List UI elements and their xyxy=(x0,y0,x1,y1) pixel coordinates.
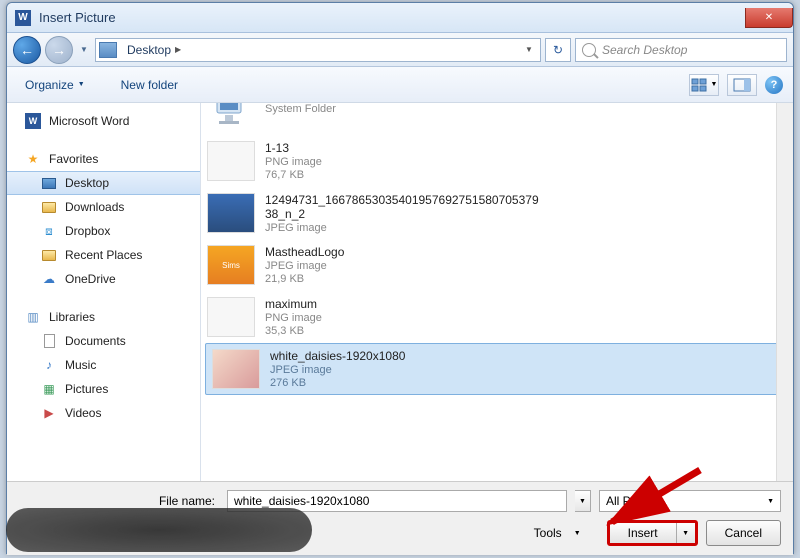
folder-icon xyxy=(42,250,56,261)
libraries-icon: ▥ xyxy=(25,309,41,325)
music-icon: ♪ xyxy=(41,357,57,373)
file-thumbnail: Sims xyxy=(207,245,255,285)
cancel-button[interactable]: Cancel xyxy=(706,520,781,546)
file-item[interactable]: 12494731_1667865303540195769275158070537… xyxy=(201,187,793,239)
file-thumbnail xyxy=(207,297,255,337)
file-thumbnail xyxy=(212,349,260,389)
chevron-down-icon: ▼ xyxy=(78,81,85,88)
search-placeholder: Search Desktop xyxy=(602,43,687,57)
forward-button[interactable]: → xyxy=(45,36,73,64)
close-button[interactable]: ✕ xyxy=(745,8,793,28)
address-bar[interactable]: Desktop ▶ ▼ xyxy=(95,38,541,62)
preview-pane-button[interactable] xyxy=(727,74,757,96)
chevron-down-icon: ▼ xyxy=(767,498,774,505)
address-text: Desktop xyxy=(127,43,171,57)
file-thumbnail xyxy=(207,193,255,233)
search-input[interactable]: Search Desktop xyxy=(575,38,787,62)
new-folder-button[interactable]: New folder xyxy=(113,74,186,96)
sidebar-libraries-header[interactable]: ▥ Libraries xyxy=(7,305,200,329)
sidebar-item-documents[interactable]: Documents xyxy=(7,329,200,353)
navigation-pane: W Microsoft Word ★ Favorites Desktop Dow… xyxy=(7,103,201,481)
titlebar[interactable]: W Insert Picture ✕ xyxy=(7,3,793,33)
file-item-selected[interactable]: white_daisies-1920x1080 JPEG image 276 K… xyxy=(205,343,789,395)
chevron-down-icon[interactable]: ▼ xyxy=(574,530,581,537)
nav-history-dropdown[interactable]: ▼ xyxy=(77,40,91,60)
chevron-right-icon: ▶ xyxy=(175,45,181,54)
search-icon xyxy=(582,43,596,57)
file-item[interactable]: 1-13 PNG image 76,7 KB xyxy=(201,135,793,187)
folder-icon xyxy=(42,202,56,213)
toolbar: Organize ▼ New folder ▼ ? xyxy=(7,67,793,103)
refresh-button[interactable]: ↻ xyxy=(545,38,571,62)
pictures-icon: ▦ xyxy=(41,381,57,397)
sidebar-item-onedrive[interactable]: ☁ OneDrive xyxy=(7,267,200,291)
nav-bar: ← → ▼ Desktop ▶ ▼ ↻ Search Desktop xyxy=(7,33,793,67)
sidebar-item-music[interactable]: ♪ Music xyxy=(7,353,200,377)
videos-icon: ▶ xyxy=(41,405,57,421)
sidebar-item-downloads[interactable]: Downloads xyxy=(7,195,200,219)
file-item[interactable]: maximum PNG image 35,3 KB xyxy=(201,291,793,343)
sidebar-favorites-header[interactable]: ★ Favorites xyxy=(7,147,200,171)
word-app-icon: W xyxy=(15,10,31,26)
organize-button[interactable]: Organize ▼ xyxy=(17,74,93,96)
cloud-icon: ☁ xyxy=(41,271,57,287)
preview-pane-icon xyxy=(733,78,751,92)
insert-picture-dialog: W Insert Picture ✕ ← → ▼ Desktop ▶ ▼ ↻ S… xyxy=(6,2,794,554)
window-title: Insert Picture xyxy=(39,10,116,25)
address-segment[interactable]: Desktop ▶ xyxy=(123,43,185,57)
desktop-icon xyxy=(42,178,56,189)
document-icon xyxy=(44,334,55,348)
file-thumbnail xyxy=(207,141,255,181)
sidebar-item-videos[interactable]: ▶ Videos xyxy=(7,401,200,425)
file-list[interactable]: System Folder 1-13 PNG image 76,7 KB 124… xyxy=(201,103,793,481)
star-icon: ★ xyxy=(25,151,41,167)
watermark xyxy=(6,508,312,552)
filename-label: File name: xyxy=(19,494,219,508)
file-type-filter[interactable]: All Picture ▼ xyxy=(599,490,781,512)
tiles-view-icon xyxy=(691,78,709,92)
sidebar-item-recent-places[interactable]: Recent Places xyxy=(7,243,200,267)
address-dropdown[interactable]: ▼ xyxy=(521,45,537,54)
back-button[interactable]: ← xyxy=(13,36,41,64)
desktop-icon xyxy=(99,42,117,58)
file-item[interactable]: System Folder xyxy=(201,103,793,135)
scrollbar[interactable] xyxy=(776,103,793,481)
sidebar-item-dropbox[interactable]: ⧈ Dropbox xyxy=(7,219,200,243)
chevron-down-icon: ▼ xyxy=(711,81,718,88)
insert-dropdown[interactable]: ▼ xyxy=(677,530,695,537)
file-item[interactable]: Sims MastheadLogo JPEG image 21,9 KB xyxy=(201,239,793,291)
system-folder-icon xyxy=(207,103,255,129)
dropbox-icon: ⧈ xyxy=(41,223,57,239)
sidebar-item-pictures[interactable]: ▦ Pictures xyxy=(7,377,200,401)
insert-button[interactable]: Insert ▼ xyxy=(607,520,698,546)
word-icon: W xyxy=(25,113,41,129)
filename-dropdown[interactable]: ▼ xyxy=(575,490,591,512)
view-options-button[interactable]: ▼ xyxy=(689,74,719,96)
help-button[interactable]: ? xyxy=(765,76,783,94)
sidebar-item-word[interactable]: W Microsoft Word xyxy=(7,109,200,133)
sidebar-item-desktop[interactable]: Desktop xyxy=(7,171,200,195)
tools-button[interactable]: Tools xyxy=(534,526,562,540)
